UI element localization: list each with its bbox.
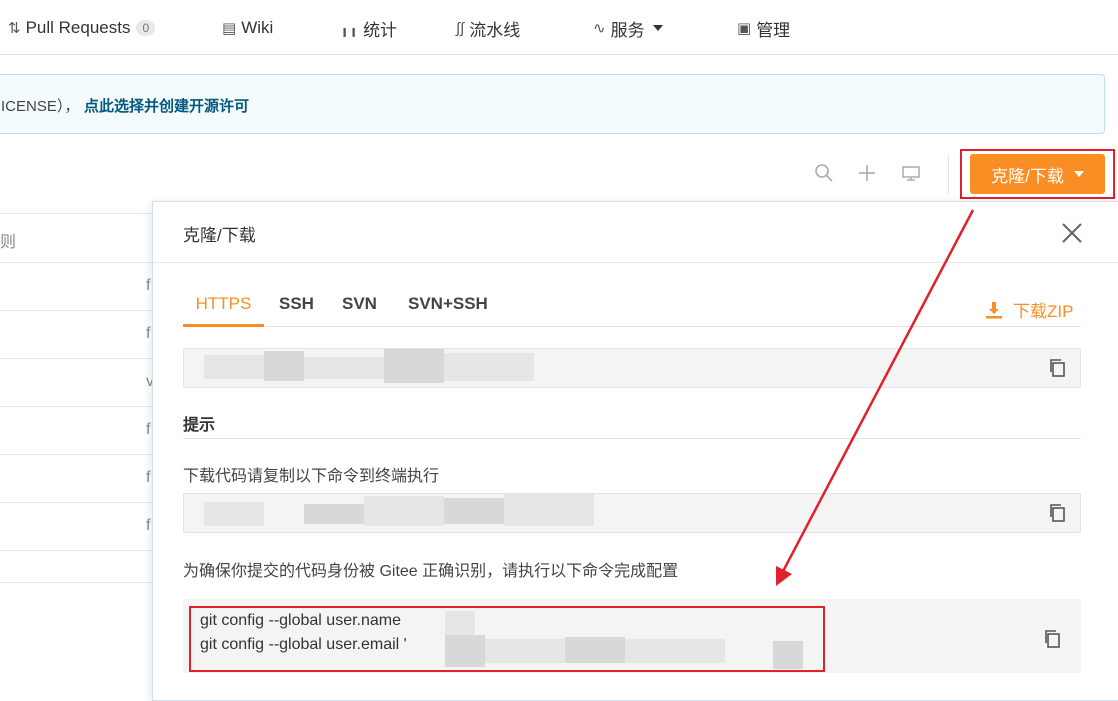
code-line: git config --global user.name [200,612,401,629]
pull-request-icon: ⇅ [8,20,21,37]
download-command-input[interactable] [183,493,1081,533]
create-license-link[interactable]: 点此选择并创建开源许可 [84,95,249,116]
tab-ssh[interactable]: SSH [279,294,314,327]
copy-icon[interactable] [1048,358,1066,378]
divider [153,262,1118,263]
close-icon[interactable] [1059,220,1085,246]
tab-https[interactable]: HTTPS [183,294,264,327]
search-icon[interactable] [813,163,835,185]
nav-manage[interactable]: ▣ 管理 [737,16,790,40]
download-zip-link[interactable]: 下载ZIP [985,297,1073,322]
hint-title: 提示 [183,417,216,434]
chevron-down-icon [1073,171,1084,177]
table-row[interactable]: f [0,502,152,550]
git-config-block[interactable]: git config --global user.name git config… [183,599,1081,673]
toolbar-divider [948,155,949,195]
clone-popup: 克隆/下载 HTTPS SSH SVN SVN+SSH 下载ZIP 提示 下载代… [152,201,1118,701]
table-row[interactable]: f [0,310,152,358]
divider [183,438,1081,439]
download-icon [986,301,1002,318]
clone-download-button[interactable]: 克隆/下载 [970,154,1105,194]
repo-nav: ⇅ Pull Requests 0 ▤ Wiki ╻╻ 统计 ∫∫ 流水线 ∿ … [0,0,1118,55]
tab-svn-ssh[interactable]: SVN+SSH [408,294,488,327]
table-row [0,213,152,261]
nav-pull-requests[interactable]: ⇅ Pull Requests 0 [8,16,156,40]
pipeline-icon: ∫∫ [456,19,465,37]
copy-icon[interactable] [1043,629,1061,649]
pull-request-count-badge: 0 [136,20,156,36]
protocol-tabs: HTTPS SSH SVN SVN+SSH [183,294,1081,327]
pulse-icon: ∿ [593,20,606,37]
nav-stats[interactable]: ╻╻ 统计 [340,16,397,40]
nav-pipeline[interactable]: ∫∫ 流水线 [456,16,520,40]
monitor-icon[interactable] [900,163,922,185]
code-line: git config --global user.email ' [200,636,407,653]
nav-services[interactable]: ∿ 服务 [593,16,663,40]
nav-wiki[interactable]: ▤ Wiki [222,16,273,40]
table-row [0,582,152,630]
license-notice-text: ICENSE）， [1,98,80,115]
copy-icon[interactable] [1048,503,1066,523]
table-row[interactable]: f [0,262,152,310]
book-icon: ▤ [222,20,237,37]
tab-svn[interactable]: SVN [342,294,377,327]
hint-config-text: 为确保你提交的代码身份被 Gitee 正确识别，请执行以下命令完成配置 [183,563,679,580]
plus-icon[interactable] [856,163,878,185]
table-row[interactable]: f [0,454,152,502]
manage-icon: ▣ [737,20,752,37]
clone-url-input[interactable] [183,348,1081,388]
table-row[interactable]: f [0,406,152,454]
chart-icon: ╻╻ [340,20,359,37]
chevron-down-icon [652,25,663,31]
table-row[interactable]: v [0,358,154,406]
license-notice: ICENSE）， 点此选择并创建开源许可 [0,74,1105,134]
hint-download-text: 下载代码请复制以下命令到终端执行 [183,468,440,485]
popup-title: 克隆/下载 [183,226,256,245]
